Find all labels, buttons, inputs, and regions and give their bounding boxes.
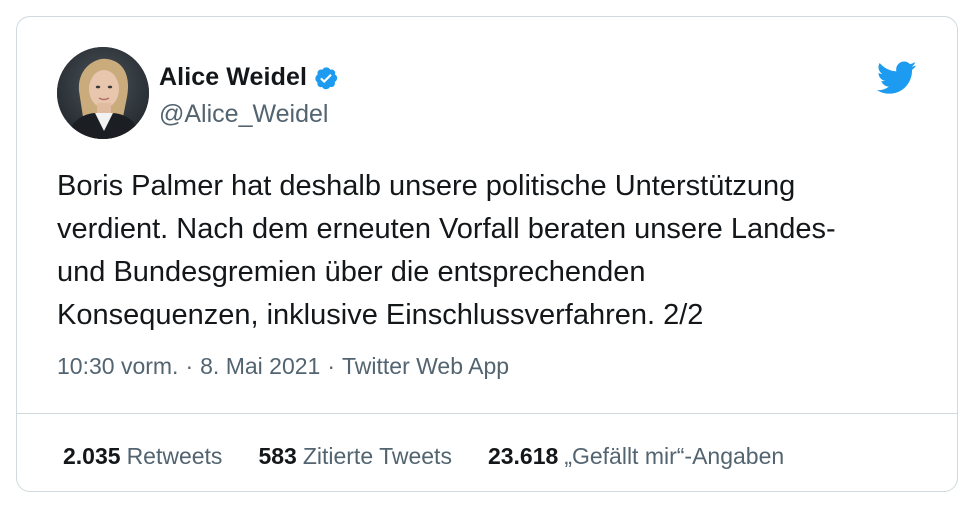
likes-stat[interactable]: 23.618 „Gefällt mir“-Angaben (488, 443, 784, 470)
verified-badge-icon (313, 65, 339, 91)
tweet-source[interactable]: Twitter Web App (342, 353, 509, 380)
tweet-stats: 2.035 Retweets 583 Zitierte Tweets 23.618 „… (63, 443, 820, 470)
tweet-header: Alice Weidel @Alice_Weidel (57, 45, 339, 141)
tweet-date[interactable]: 8. Mai 2021 (200, 353, 320, 380)
avatar-image (57, 47, 149, 139)
avatar[interactable] (57, 47, 149, 139)
tweet-text: Boris Palmer hat deshalb unsere politisc… (57, 170, 836, 331)
author-names: Alice Weidel @Alice_Weidel (159, 58, 339, 129)
retweets-stat[interactable]: 2.035 Retweets (63, 443, 222, 470)
divider (17, 413, 957, 414)
likes-label: „Gefällt mir“-Angaben (564, 443, 785, 469)
quotes-label: Zitierte Tweets (302, 443, 452, 469)
retweets-count: 2.035 (63, 443, 121, 469)
tweet-time[interactable]: 10:30 vorm. (57, 353, 178, 380)
tweet-meta: 10:30 vorm. · 8. Mai 2021 · Twitter Web … (57, 353, 509, 380)
quotes-count: 583 (258, 443, 297, 469)
tweet-card[interactable]: Alice Weidel @Alice_Weidel Boris Palmer … (16, 16, 958, 492)
author-handle[interactable]: @Alice_Weidel (159, 100, 339, 129)
quotes-stat[interactable]: 583 Zitierte Tweets (258, 443, 452, 470)
likes-count: 23.618 (487, 443, 559, 469)
retweets-label: Retweets (126, 443, 223, 469)
twitter-bird-icon[interactable] (876, 61, 917, 95)
display-name-row: Alice Weidel (159, 58, 339, 98)
display-name[interactable]: Alice Weidel (159, 63, 307, 92)
meta-separator: · (327, 353, 335, 379)
meta-separator: · (185, 353, 194, 379)
